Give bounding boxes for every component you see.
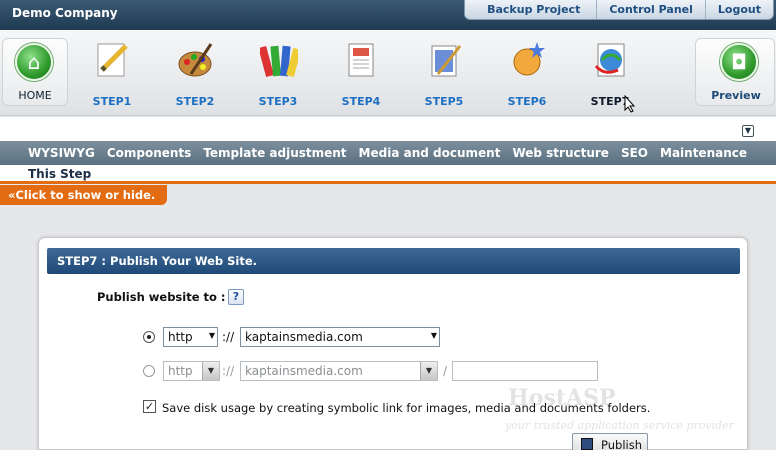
step3-label: STEP3 [258, 95, 298, 108]
step4-button[interactable]: STEP4 [331, 40, 391, 112]
domain-select-disabled[interactable]: kaptainsmedia.com ▼ [240, 361, 438, 381]
publish-to-label: Publish website to : [97, 290, 226, 304]
domain-select[interactable]: kaptainsmedia.com ▼ [240, 327, 440, 347]
step5-button[interactable]: STEP5 [414, 40, 474, 112]
palette-icon [178, 43, 213, 77]
panel-header: STEP7 : Publish Your Web Site. [47, 248, 740, 274]
submenu: This Step [0, 165, 776, 184]
menu-web-structure[interactable]: Web structure [506, 141, 615, 160]
step2-label: STEP2 [175, 95, 215, 108]
floppy-icon [581, 438, 593, 450]
menu-maintenance[interactable]: Maintenance [654, 141, 753, 160]
step4-label: STEP4 [341, 95, 381, 108]
symlink-checkbox-label: Save disk usage by creating symbolic lin… [162, 401, 651, 415]
show-hide-label: «Click to show or hide. [8, 188, 156, 202]
publish-button[interactable]: Publish [572, 433, 648, 450]
protocol-select[interactable]: http ▼ [163, 327, 218, 347]
logout-link[interactable]: Logout [704, 0, 773, 19]
brush-icon [431, 45, 462, 77]
home-icon: ⌂ [15, 43, 53, 81]
menu-components[interactable]: Components [101, 141, 198, 160]
step2-button[interactable]: STEP2 [165, 40, 225, 112]
radio-domain[interactable] [143, 331, 155, 343]
home-button[interactable]: ⌂ HOME [2, 38, 68, 106]
backup-project-link[interactable]: Backup Project [465, 0, 596, 19]
radio-domain-path[interactable] [143, 365, 155, 377]
globe-star-icon [513, 42, 545, 76]
pencil-icon [97, 43, 128, 77]
step1-label: STEP1 [92, 95, 132, 108]
path-separator: / [443, 364, 448, 378]
protocol-separator: :// [222, 330, 235, 344]
step3-button[interactable]: STEP3 [248, 40, 308, 112]
color-swatches-icon [260, 45, 298, 78]
step6-label: STEP6 [507, 95, 547, 108]
camera-icon: ◘ [720, 43, 758, 81]
menu-wysiwyg[interactable]: WYSIWYG [22, 141, 101, 160]
steps-bar: ⌂ HOME STEP1 STEP2 STEP3 STEP4 STEP5 STE… [0, 30, 776, 116]
path-input[interactable] [452, 361, 598, 381]
panel-title: STEP7 : Publish Your Web Site. [57, 254, 258, 268]
publish-label: Publish [601, 438, 642, 450]
toolbar-strip: ▼ [0, 117, 776, 141]
protocol-select-disabled[interactable]: http ▼ [163, 361, 220, 381]
top-links: Backup Project Control Panel Logout [464, 0, 774, 20]
preview-label: Preview [711, 89, 761, 102]
step5-label: STEP5 [424, 95, 464, 108]
menu-template-adjustment[interactable]: Template adjustment [197, 141, 352, 160]
protocol-separator-disabled: :// [222, 364, 235, 378]
menu-seo[interactable]: SEO [615, 141, 654, 160]
menu-media-and-document[interactable]: Media and document [353, 141, 507, 160]
publish-globe-icon [594, 43, 625, 77]
main-menu: WYSIWYG Components Template adjustment M… [0, 141, 776, 165]
watermark-tagline: your trusted application service provide… [505, 419, 734, 432]
symlink-checkbox[interactable]: ✓ [143, 400, 156, 413]
control-panel-link[interactable]: Control Panel [596, 0, 705, 19]
help-icon[interactable]: ? [228, 289, 244, 305]
show-hide-toggle[interactable]: «Click to show or hide. [0, 185, 167, 205]
company-name: Demo Company [12, 6, 118, 20]
mouse-cursor-icon [624, 95, 636, 113]
step6-button[interactable]: STEP6 [497, 40, 557, 112]
chevron-down-icon[interactable]: ▼ [742, 125, 754, 137]
top-bar: Demo Company Backup Project Control Pane… [0, 0, 776, 30]
preview-button[interactable]: ◘ Preview [695, 38, 775, 106]
document-icon [348, 43, 374, 77]
home-label: HOME [18, 89, 52, 102]
step1-button[interactable]: STEP1 [82, 40, 142, 112]
submenu-this-step[interactable]: This Step [28, 167, 91, 181]
